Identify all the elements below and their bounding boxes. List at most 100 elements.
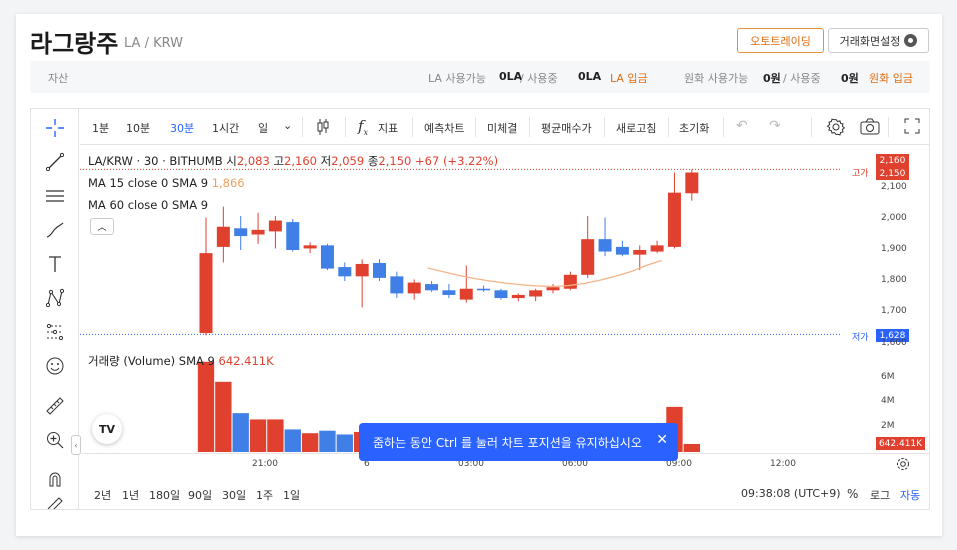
screen-setting-button[interactable]: 거래화면설정 [828, 28, 929, 53]
range-2y[interactable]: 2년 [94, 487, 111, 503]
refresh-button[interactable]: 새로고침 [616, 120, 656, 136]
coin-pair: LA / KRW [124, 36, 183, 51]
pencil-icon[interactable] [43, 495, 67, 509]
high-value: 2,160 [284, 154, 317, 168]
auto-trade-button[interactable]: 오토트레이딩 [737, 28, 824, 53]
fullscreen-icon[interactable] [904, 118, 920, 137]
legend-ma15: MA 15 close 0 SMA 9 1,866 [88, 176, 245, 190]
volume-tag: 642.411K [876, 437, 925, 450]
pattern-icon[interactable] [43, 286, 67, 310]
interval-day[interactable]: 일 [258, 120, 268, 136]
ma15-label: MA 15 close 0 SMA 9 [88, 176, 209, 190]
time-tick: 12:00 [770, 459, 796, 469]
zoom-in-icon[interactable] [43, 428, 67, 452]
toolbar-divider [302, 117, 303, 137]
candle-style-icon[interactable] [316, 118, 330, 139]
toolbar-divider [475, 117, 476, 137]
candle-body [546, 287, 560, 291]
candle-body [268, 220, 282, 232]
candle-body [373, 263, 386, 278]
trend-line-icon[interactable] [43, 150, 67, 174]
krw-in-use-label: / 사용중 [783, 72, 821, 85]
candle-body [459, 288, 473, 300]
candle-body [390, 276, 404, 294]
price-tick: 2,100 [881, 182, 907, 192]
la-deposit-link[interactable]: LA 입금 [610, 70, 648, 86]
interval-10m[interactable]: 10분 [126, 120, 150, 136]
volume-bar [267, 419, 284, 452]
settings-icon[interactable] [826, 118, 846, 139]
tradingview-logo[interactable]: TV [92, 414, 122, 444]
ma15-value: 1,866 [211, 176, 245, 190]
crosshair-icon[interactable] [43, 116, 67, 140]
axis-settings-icon[interactable] [896, 457, 910, 474]
candle-body [338, 267, 352, 277]
krw-available-label: 원화 사용가능 [684, 72, 749, 85]
range-1w[interactable]: 1주 [256, 487, 273, 503]
interval-30m[interactable]: 30분 [170, 120, 194, 136]
change-value: +67 (+3.22%) [415, 154, 499, 168]
magnet-icon[interactable] [43, 467, 67, 491]
range-90d[interactable]: 90일 [188, 487, 212, 503]
range-1y[interactable]: 1년 [122, 487, 139, 503]
reset-button[interactable]: 초기화 [679, 120, 709, 136]
text-tool-icon[interactable] [43, 252, 67, 276]
ruler-icon[interactable] [43, 394, 67, 418]
auto-toggle[interactable]: 자동 [900, 487, 920, 503]
krw-available-value: 0원 [763, 72, 781, 85]
forecast-button[interactable]: 예측차트 [424, 120, 464, 136]
asset-bar: 자산 LA 사용가능 0LA / 사용중 0LA LA 입금 원화 사용가능 0… [30, 61, 930, 93]
candle-body [442, 290, 456, 295]
candle-body [303, 245, 317, 249]
volume-bar [232, 413, 249, 452]
open-value: 2,083 [236, 154, 270, 168]
candle-body [667, 192, 681, 247]
emoji-icon[interactable] [43, 354, 67, 378]
price-chart [80, 168, 840, 452]
log-toggle[interactable]: 로그 [870, 487, 890, 503]
candle-body [563, 274, 577, 289]
krw-deposit-link[interactable]: 원화 입금 [869, 70, 913, 86]
toolbar-divider [412, 117, 413, 137]
redo-icon[interactable]: ↷ [769, 118, 781, 134]
candle-body [355, 263, 369, 277]
legend-volume: 거래량 (Volume) SMA 9 642.411K [88, 353, 274, 369]
percent-toggle[interactable]: % [847, 487, 858, 501]
la-in-use-label: / 사용중 [520, 72, 558, 85]
low-label: 저 [320, 154, 332, 168]
price-tick: 1,800 [881, 275, 907, 285]
range-1d[interactable]: 1일 [283, 487, 300, 503]
range-30d[interactable]: 30일 [222, 487, 246, 503]
fine-button[interactable]: 미체결 [487, 120, 517, 136]
price-tick: 2,000 [881, 213, 907, 223]
price-tick: 1,700 [881, 306, 907, 316]
candle-body [529, 290, 543, 297]
undo-icon[interactable]: ↶ [736, 118, 748, 134]
collapse-legend-button[interactable]: ︿ [90, 218, 114, 235]
candle-body [216, 226, 230, 247]
indicator-button[interactable]: 지표 [378, 120, 398, 136]
interval-1m[interactable]: 1분 [92, 120, 109, 136]
range-180d[interactable]: 180일 [149, 487, 180, 503]
close-icon[interactable]: ✕ [656, 432, 668, 448]
horizontal-lines-icon[interactable] [43, 184, 67, 208]
interval-1h[interactable]: 1시간 [212, 120, 239, 136]
prediction-icon[interactable] [43, 320, 67, 344]
range-bar: 2년 1년 180일 90일 30일 1주 1일 09:38:08 (UTC+9… [80, 475, 930, 509]
function-icon[interactable]: fx [358, 117, 368, 137]
legend-ma60: MA 60 close 0 SMA 9 [88, 198, 208, 212]
chart-plot[interactable]: LA/KRW · 30 · BITHUMB 시2,083 고2,160 저2,0… [80, 146, 930, 452]
avg-buy-button[interactable]: 평균매수가 [541, 120, 592, 136]
camera-icon[interactable] [860, 118, 880, 139]
brush-icon[interactable] [43, 218, 67, 242]
zoom-hint-toast: 줌하는 동안 Ctrl 를 눌러 차트 포지션을 유지하십시오 ✕ [359, 423, 678, 461]
toolbar-divider [345, 117, 346, 137]
candle-body [407, 282, 421, 294]
candle-body [234, 228, 248, 237]
trading-card: 라그랑주 LA / KRW 오토트레이딩 거래화면설정 자산 LA 사용가능 0… [16, 14, 942, 536]
la-available-value: 0LA [499, 70, 523, 83]
chevron-down-icon[interactable]: ⌄ [283, 119, 292, 132]
chart-toolbar: 1분 10분 30분 1시간 일 ⌄ fx 지표 예측차트 미체결 평균매수가 … [80, 109, 930, 145]
candle-body [685, 172, 699, 194]
volume-bar [683, 443, 700, 452]
